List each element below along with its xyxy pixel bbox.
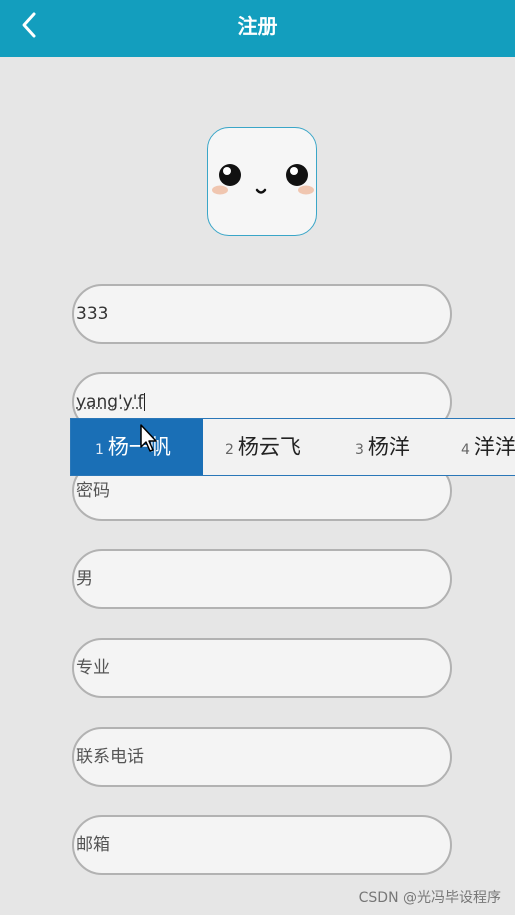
watermark: CSDN @光冯毕设程序 [358, 890, 501, 906]
phone-field[interactable] [72, 727, 452, 787]
text-caret [144, 393, 146, 411]
phone-input[interactable] [76, 729, 426, 785]
gender-field[interactable] [72, 549, 452, 609]
smiley-face-icon [212, 164, 314, 195]
major-input[interactable] [76, 640, 426, 696]
email-input[interactable] [76, 817, 426, 873]
ime-candidate-2[interactable]: 2 杨云飞 [225, 419, 301, 475]
account-input[interactable] [76, 286, 426, 342]
page-title: 注册 [237, 14, 278, 38]
ime-candidate-3[interactable]: 3 杨洋 [355, 419, 410, 475]
ime-candidate-bar: 1 杨一帆 2 杨云飞 3 杨洋 4 洋洋 [70, 418, 515, 476]
ime-candidate-4[interactable]: 4 洋洋 [461, 419, 515, 475]
ime-composition-text: yang'y'f [76, 392, 144, 412]
header-bar: 注册 [0, 0, 515, 57]
avatar[interactable] [207, 127, 317, 236]
ime-candidate-1[interactable]: 1 杨一帆 [71, 419, 203, 475]
gender-input[interactable] [76, 551, 426, 607]
major-field[interactable] [72, 638, 452, 698]
mouse-pointer-icon [140, 424, 157, 452]
account-field[interactable] [72, 284, 452, 344]
email-field[interactable] [72, 815, 452, 875]
